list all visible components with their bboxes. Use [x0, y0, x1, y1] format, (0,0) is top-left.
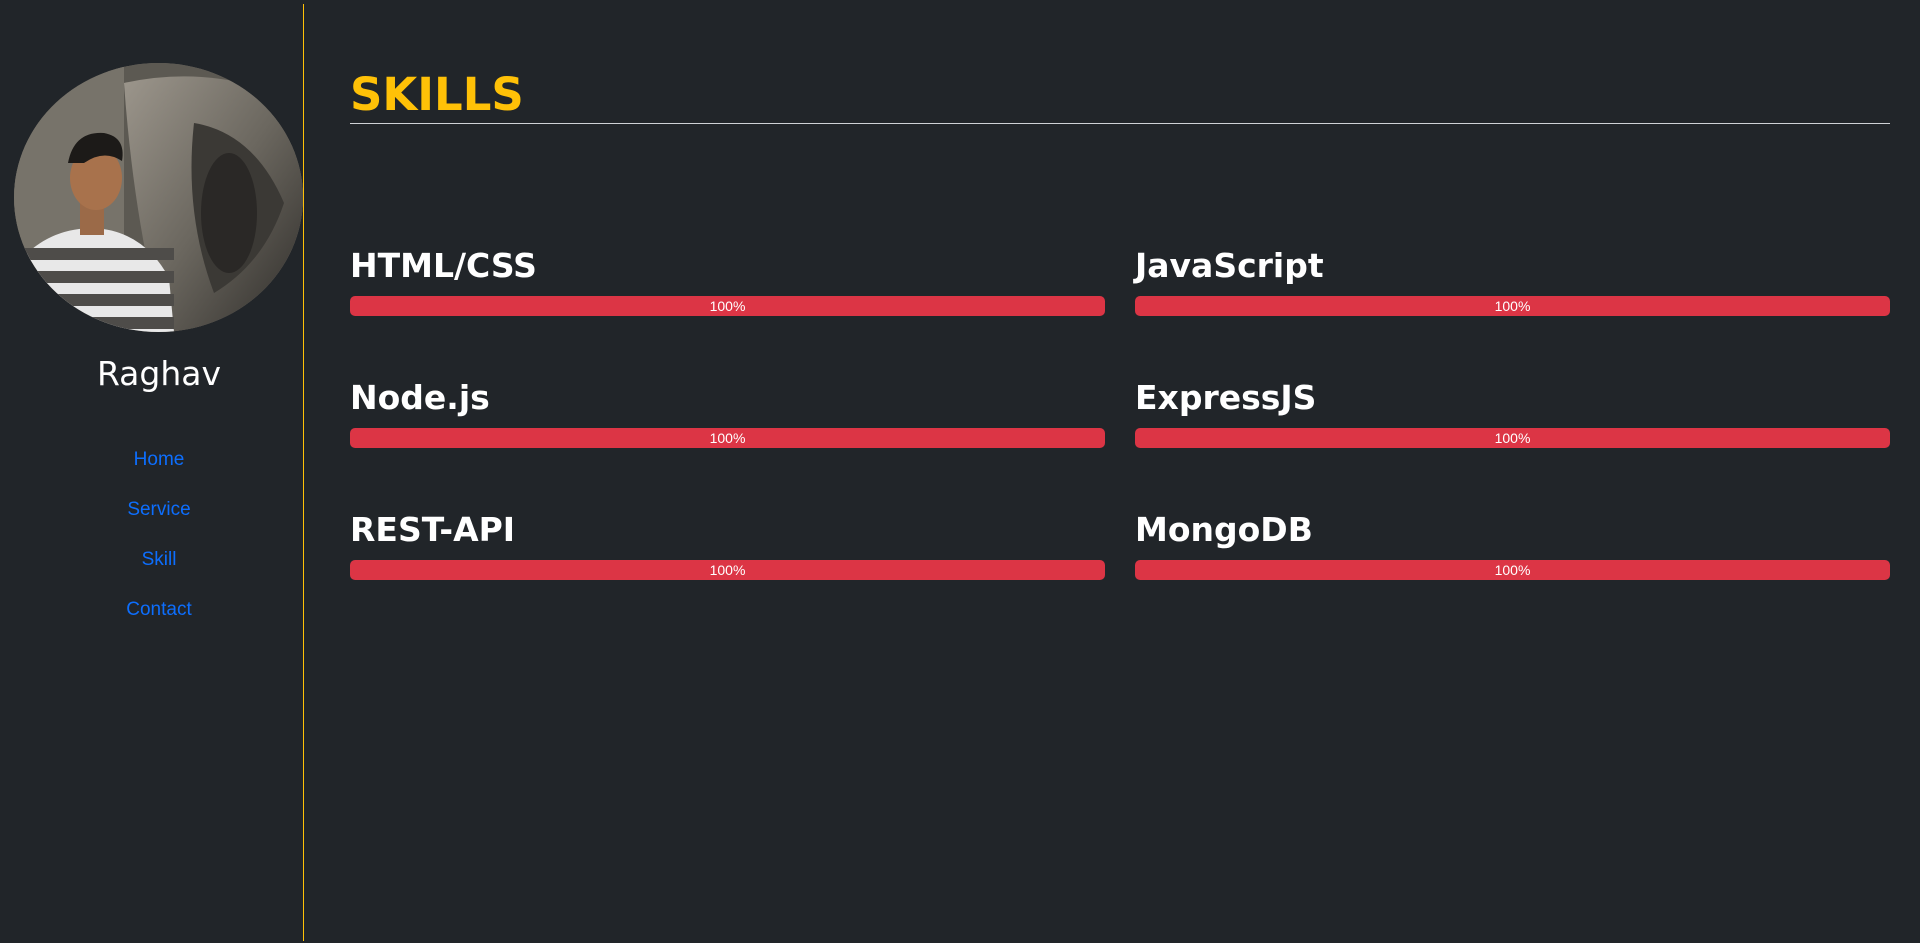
sidebar-divider	[303, 4, 304, 941]
skill-progress-bar: 100%	[350, 296, 1105, 316]
nav-link-service[interactable]: Service	[127, 499, 190, 520]
nav-item-home: Home	[0, 443, 318, 493]
nav-link-home[interactable]: Home	[134, 449, 185, 470]
sidebar: Raghav Home Service Skill Contact	[0, 0, 303, 943]
skill-progress-bar: 100%	[350, 560, 1105, 580]
skill-progress: 100%	[350, 560, 1105, 580]
skill-progress: 100%	[1135, 296, 1890, 316]
profile-name: Raghav	[96, 354, 222, 393]
skill-progress: 100%	[1135, 560, 1890, 580]
profile-photo	[14, 63, 303, 332]
nav-link-skill[interactable]: Skill	[142, 549, 177, 570]
skill-name: MongoDB	[1135, 510, 1313, 549]
title-divider	[350, 123, 1890, 124]
page: Raghav Home Service Skill Contact SKILLS…	[0, 0, 1920, 943]
sidebar-nav: Home Service Skill Contact	[0, 443, 318, 643]
skills-grid: HTML/CSS 100% JavaScript 100% Node.js 10…	[350, 244, 1890, 640]
skill-item: REST-API 100%	[350, 508, 1105, 640]
skill-progress-bar: 100%	[350, 428, 1105, 448]
skill-progress: 100%	[1135, 428, 1890, 448]
skill-item: HTML/CSS 100%	[350, 244, 1105, 376]
skill-progress-bar: 100%	[1135, 428, 1890, 448]
skill-item: MongoDB 100%	[1135, 508, 1890, 640]
avatar	[14, 63, 303, 332]
skill-name: JavaScript	[1135, 246, 1324, 285]
skill-progress: 100%	[350, 296, 1105, 316]
skill-name: HTML/CSS	[350, 246, 537, 285]
skill-progress: 100%	[350, 428, 1105, 448]
skill-item: Node.js 100%	[350, 376, 1105, 508]
skill-name: REST-API	[350, 510, 516, 549]
nav-item-service: Service	[0, 493, 318, 543]
nav-link-contact[interactable]: Contact	[126, 599, 191, 620]
main-content: SKILLS HTML/CSS 100% JavaScript 100% Nod…	[350, 0, 1890, 943]
skill-name: ExpressJS	[1135, 378, 1317, 417]
section-title: SKILLS	[350, 68, 524, 121]
nav-item-skill: Skill	[0, 543, 318, 593]
skill-item: ExpressJS 100%	[1135, 376, 1890, 508]
skill-name: Node.js	[350, 378, 490, 417]
skill-progress-bar: 100%	[1135, 560, 1890, 580]
skill-item: JavaScript 100%	[1135, 244, 1890, 376]
nav-item-contact: Contact	[0, 593, 318, 643]
skill-progress-bar: 100%	[1135, 296, 1890, 316]
